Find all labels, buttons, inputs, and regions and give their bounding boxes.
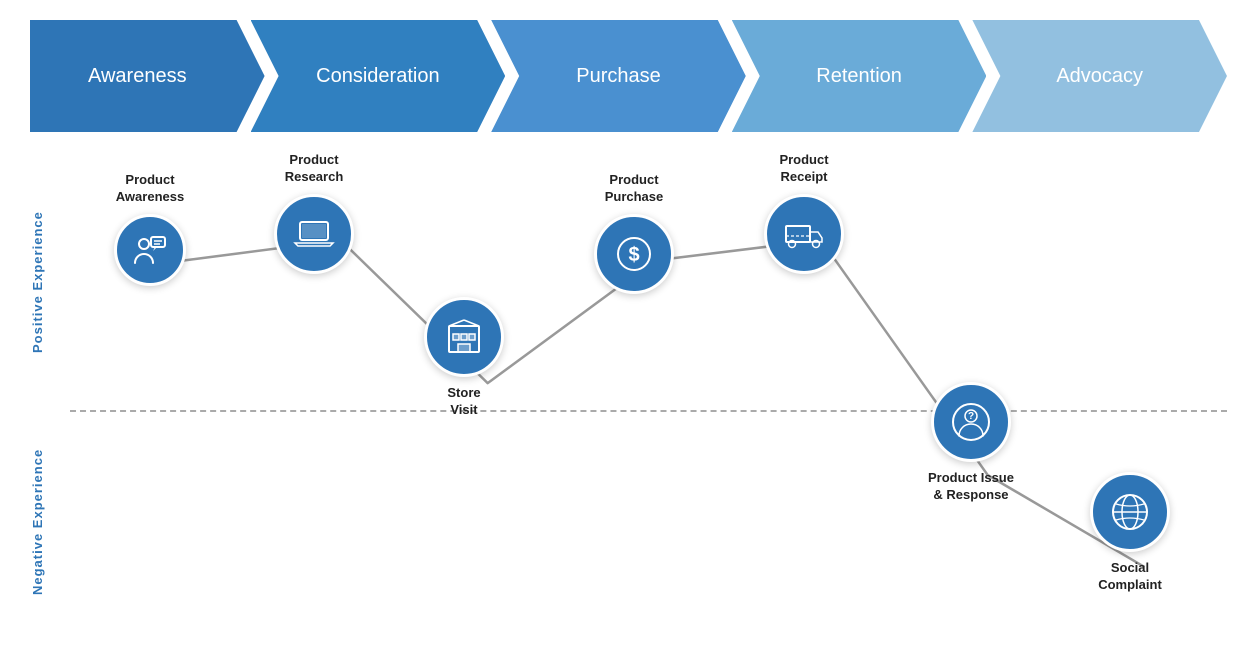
funnel-banner: Awareness Consideration Purchase Retenti… xyxy=(30,20,1227,132)
funnel-step-label: Purchase xyxy=(576,65,661,88)
funnel-step-label: Consideration xyxy=(316,65,439,88)
node-product-research-label: ProductResearch xyxy=(285,152,344,186)
funnel-step-label: Awareness xyxy=(88,65,187,88)
node-product-awareness-circle xyxy=(114,214,186,286)
negative-experience-label: Negative Experience xyxy=(30,442,45,602)
node-product-receipt-label: ProductReceipt xyxy=(779,152,828,186)
funnel-step-awareness: Awareness xyxy=(30,20,265,132)
funnel-step-advocacy: Advocacy xyxy=(972,20,1227,132)
funnel-step-retention: Retention xyxy=(732,20,987,132)
svg-text:$: $ xyxy=(628,244,639,266)
funnel-step-label: Advocacy xyxy=(1056,65,1143,88)
node-product-awareness: ProductAwareness xyxy=(114,172,186,286)
node-product-purchase-label: ProductPurchase xyxy=(605,172,664,206)
node-product-research-circle xyxy=(274,194,354,274)
node-product-awareness-label: ProductAwareness xyxy=(116,172,184,206)
funnel-step-purchase: Purchase xyxy=(491,20,746,132)
node-product-purchase-circle: $ xyxy=(594,214,674,294)
funnel-step-label: Retention xyxy=(816,65,902,88)
positive-experience-label: Positive Experience xyxy=(30,182,45,382)
node-product-issue-circle: ? xyxy=(931,382,1011,462)
node-store-visit-circle xyxy=(424,297,504,377)
node-store-visit: StoreVisit xyxy=(424,297,504,419)
funnel-step-consideration: Consideration xyxy=(251,20,506,132)
node-product-issue-label: Product Issue& Response xyxy=(928,470,1014,504)
journey-area: Positive Experience Negative Experience … xyxy=(30,142,1227,612)
node-product-issue: ? Product Issue& Response xyxy=(928,382,1014,504)
node-product-receipt: ProductReceipt xyxy=(764,152,844,274)
node-social-complaint: SocialComplaint xyxy=(1090,472,1170,594)
node-social-complaint-label: SocialComplaint xyxy=(1098,560,1162,594)
node-product-research: ProductResearch xyxy=(274,152,354,274)
node-social-complaint-circle xyxy=(1090,472,1170,552)
node-product-purchase: ProductPurchase $ xyxy=(594,172,674,294)
node-product-receipt-circle xyxy=(764,194,844,274)
main-container: Awareness Consideration Purchase Retenti… xyxy=(0,20,1257,651)
svg-text:?: ? xyxy=(968,411,974,422)
journey-content: ProductAwareness ProductResearch xyxy=(70,142,1227,612)
node-store-visit-label: StoreVisit xyxy=(447,385,480,419)
